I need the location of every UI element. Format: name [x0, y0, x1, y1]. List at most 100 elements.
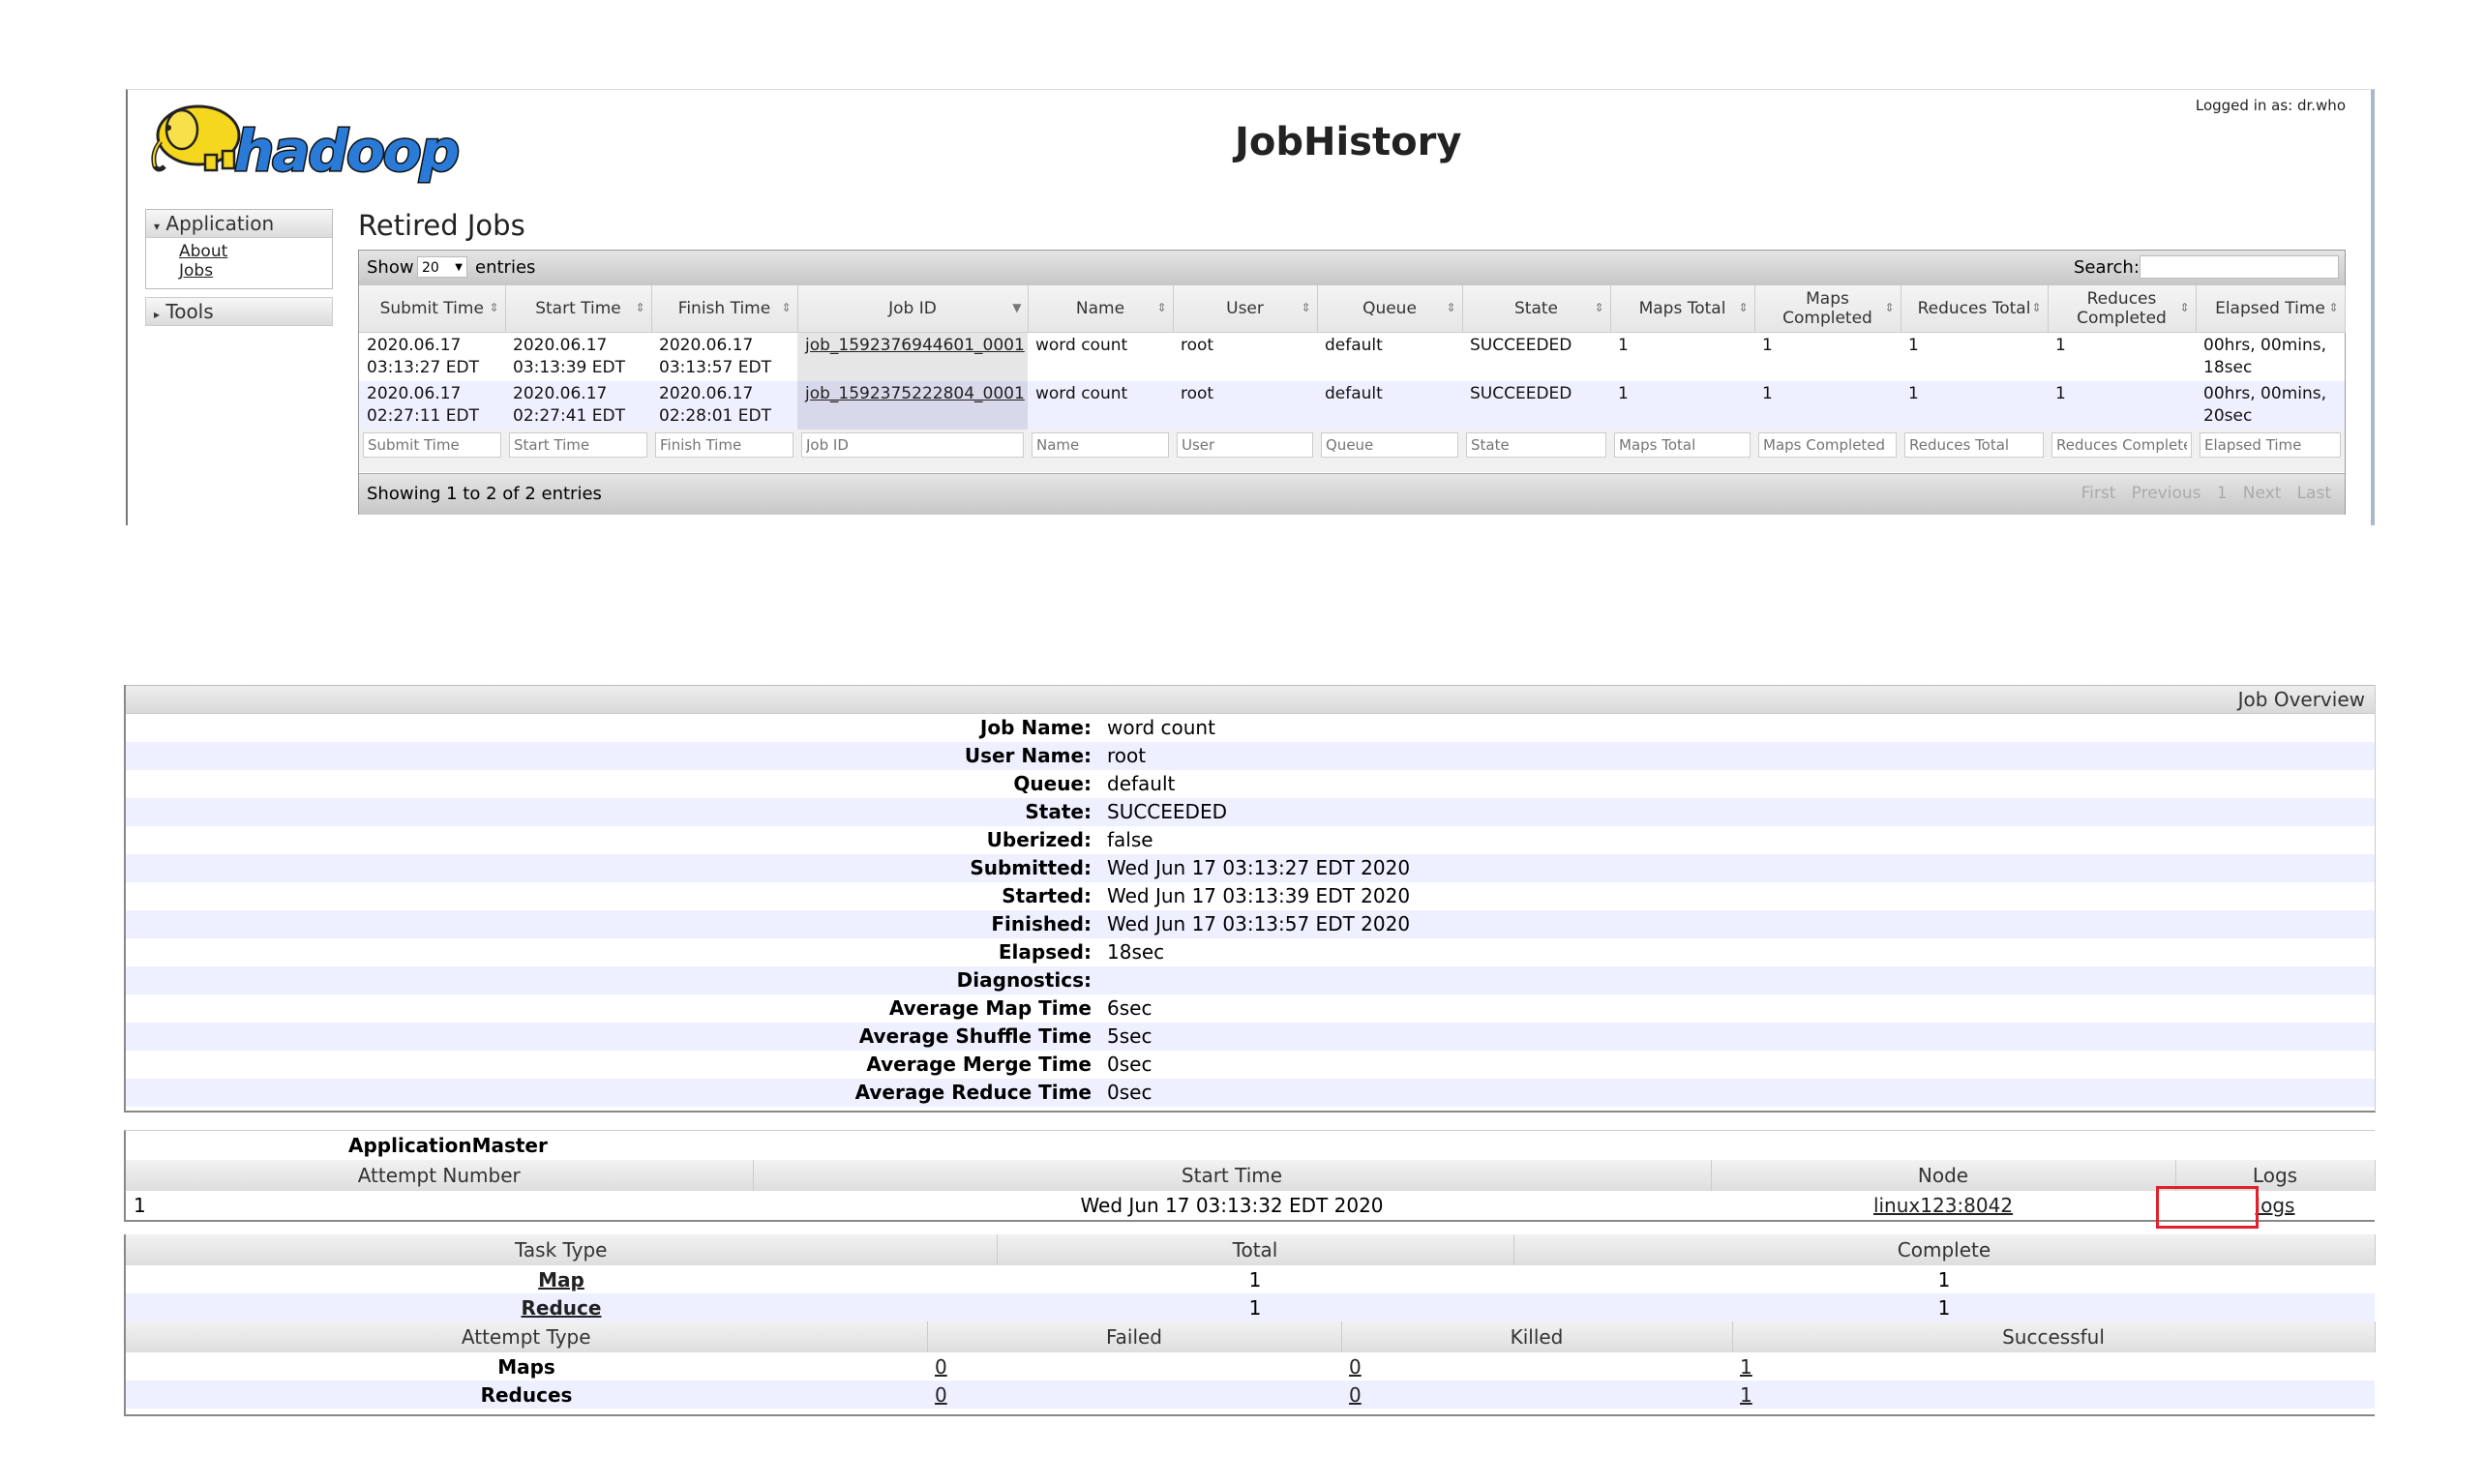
sidebar-item-jobs[interactable]: Jobs [179, 261, 332, 281]
column-header-name[interactable]: Name ⇕ [1028, 285, 1174, 333]
cell-user: root [1173, 381, 1317, 430]
column-header-state[interactable]: State ⇕ [1462, 285, 1611, 333]
overview-value: default [1107, 772, 1176, 795]
search-input[interactable] [2140, 255, 2339, 279]
column-header-label: Submit Time [379, 299, 484, 318]
entries-label: entries [475, 257, 536, 278]
cell-job-id: job_1592376944601_0001 [797, 332, 1028, 381]
sort-icon: ⇕ [489, 301, 499, 314]
column-header-submit[interactable]: Submit Time ⇕ [359, 285, 506, 333]
logs-highlight-box [2156, 1186, 2259, 1229]
overview-key: State: [1025, 800, 1092, 823]
page-size-select[interactable]: 20 ▼ [417, 256, 467, 278]
reduces-successful-link[interactable]: 1 [1740, 1383, 1752, 1407]
column-header-label: Job ID [888, 299, 937, 318]
cell-start: 2020.06.17 03:13:39 EDT [505, 332, 651, 381]
reduces-failed-link[interactable]: 0 [935, 1383, 947, 1407]
column-header-user[interactable]: User ⇕ [1173, 285, 1318, 333]
table-row: Map 1 1 [126, 1265, 2375, 1293]
column-successful: Successful [1732, 1321, 2376, 1352]
column-header-start[interactable]: Start Time ⇕ [505, 285, 652, 333]
sidebar-tools-section[interactable]: ▸ Tools [145, 297, 333, 326]
pager-page-1[interactable]: 1 [2217, 484, 2228, 503]
sort-icon: ⇕ [2031, 301, 2042, 314]
overview-value: 6sec [1107, 996, 1153, 1020]
node-link[interactable]: linux123:8042 [1873, 1194, 2013, 1217]
task-type-map-link[interactable]: Map [538, 1268, 584, 1291]
column-killed: Killed [1341, 1321, 1733, 1352]
filter-input-maps-completed[interactable] [1758, 432, 1897, 458]
filter-input-reduces-total[interactable] [1904, 432, 2044, 458]
column-header-label: State [1514, 299, 1558, 318]
reduces-killed-link[interactable]: 0 [1349, 1383, 1362, 1407]
overview-value: 0sec [1107, 1081, 1153, 1104]
cell-elapsed: 00hrs, 00mins, 18sec [2196, 332, 2345, 381]
maps-failed-link[interactable]: 0 [935, 1355, 947, 1379]
filter-input-name[interactable] [1032, 432, 1169, 458]
filter-input-user[interactable] [1177, 432, 1313, 458]
job-id-link[interactable]: job_1592375222804_0001 [805, 384, 1025, 403]
column-task-type: Task Type [126, 1234, 998, 1265]
overview-key: Job Name: [979, 716, 1092, 739]
caret-down-icon: ▾ [154, 220, 161, 233]
overview-key: Average Merge Time [866, 1053, 1092, 1076]
overview-row: Elapsed: 18sec [126, 938, 2375, 966]
table-toolbar: Show 20 ▼ entries Search: [359, 251, 2345, 286]
filter-input-start[interactable] [509, 432, 647, 458]
cell-reduces-completed: 1 [2048, 332, 2196, 381]
filter-input-submit[interactable] [363, 432, 501, 458]
overview-row: Job Name: word count [126, 714, 2375, 742]
filter-input-state[interactable] [1466, 432, 1606, 458]
overview-row: Average Merge Time 0sec [126, 1051, 2375, 1079]
pager-previous[interactable]: Previous [2132, 484, 2201, 503]
overview-row: State: SUCCEEDED [126, 798, 2375, 826]
sidebar-application-section: ▾ Application About Jobs [145, 209, 333, 289]
column-header-maps-completed[interactable]: Maps Completed ⇕ [1754, 285, 1901, 333]
maps-killed-link[interactable]: 0 [1349, 1355, 1362, 1379]
column-header-label: Finish Time [677, 299, 771, 318]
overview-row: Queue: default [126, 770, 2375, 798]
sort-icon: ⇕ [1594, 301, 1604, 314]
column-total: Total [997, 1234, 1514, 1265]
column-header-job-id[interactable]: Job ID ▼ [797, 285, 1029, 333]
column-header-maps-total[interactable]: Maps Total ⇕ [1610, 285, 1755, 333]
column-header-elapsed[interactable]: Elapsed Time ⇕ [2196, 285, 2346, 333]
attempt-type-maps: Maps [497, 1354, 555, 1379]
maps-successful-link[interactable]: 1 [1740, 1355, 1752, 1379]
cell-queue: default [1317, 381, 1462, 430]
cell-state: SUCCEEDED [1462, 332, 1610, 381]
hadoop-logo: hadoop hadoop [145, 95, 503, 186]
column-node: Node [1711, 1160, 2176, 1191]
job-id-link[interactable]: job_1592376944601_0001 [805, 336, 1025, 355]
pager-last[interactable]: Last [2297, 484, 2331, 503]
filter-input-maps-total[interactable] [1614, 432, 1751, 458]
column-header-finish[interactable]: Finish Time ⇕ [651, 285, 798, 333]
task-type-reduce-link[interactable]: Reduce [522, 1296, 602, 1320]
overview-row: Started: Wed Jun 17 03:13:39 EDT 2020 [126, 882, 2375, 910]
filter-input-job-id[interactable] [801, 432, 1024, 458]
cell-job-id: job_1592375222804_0001 [797, 381, 1028, 430]
filter-input-finish[interactable] [655, 432, 793, 458]
pager-first[interactable]: First [2081, 484, 2116, 503]
table-row: Reduces 0 0 1 [126, 1380, 2375, 1409]
overview-value: 5sec [1107, 1024, 1153, 1048]
column-start-time: Start Time [753, 1160, 1712, 1191]
column-header-reduces-total[interactable]: Reduces Total ⇕ [1901, 285, 2049, 333]
sidebar-application-header[interactable]: ▾ Application [146, 210, 332, 238]
column-header-label: Elapsed Time [2215, 299, 2325, 318]
overview-value: root [1107, 744, 1147, 767]
filter-input-queue[interactable] [1321, 432, 1458, 458]
filter-input-reduces-completed[interactable] [2051, 432, 2192, 458]
column-header-queue[interactable]: Queue ⇕ [1317, 285, 1463, 333]
logs-link[interactable]: logs [2256, 1194, 2295, 1217]
application-master-section: ApplicationMaster Attempt Number Start T… [124, 1130, 2376, 1222]
sidebar-item-about[interactable]: About [179, 242, 332, 261]
column-header-reduces-completed[interactable]: Reduces Completed ⇕ [2048, 285, 2197, 333]
overview-row: Average Shuffle Time 5sec [126, 1023, 2375, 1051]
column-header-label: Name [1075, 299, 1125, 318]
job-overview-header: Job Overview [126, 685, 2375, 714]
filter-input-elapsed[interactable] [2200, 432, 2341, 458]
pager-next[interactable]: Next [2243, 484, 2282, 503]
dropdown-arrow-icon: ▼ [455, 262, 463, 273]
overview-key: Started: [1002, 884, 1092, 907]
